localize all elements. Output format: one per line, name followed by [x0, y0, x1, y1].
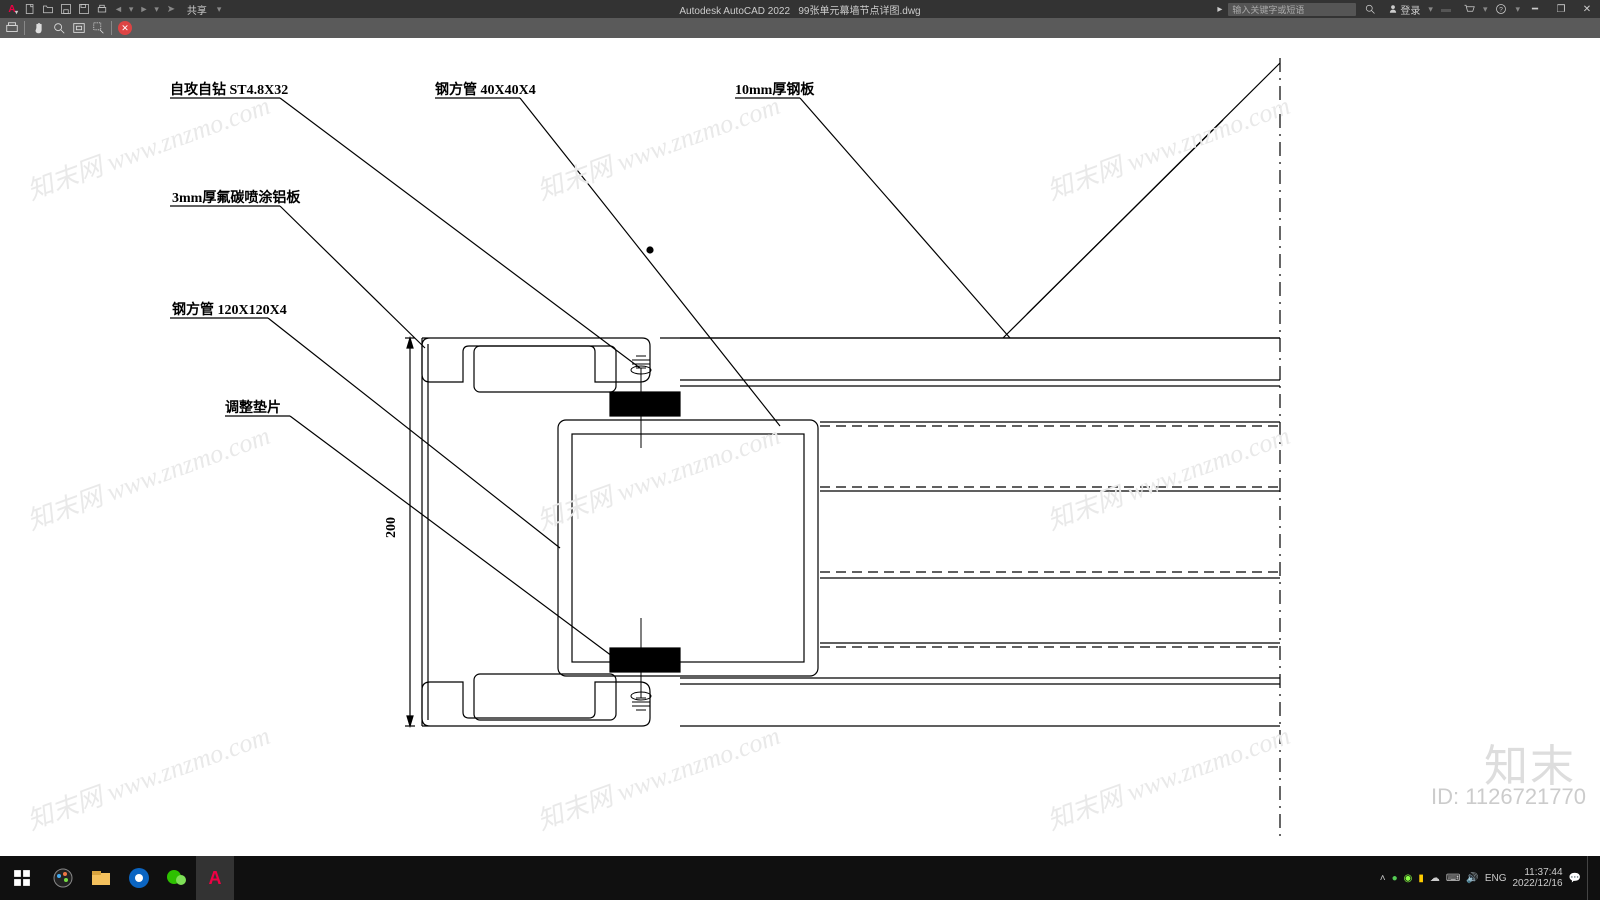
dropdown-icon[interactable]: ▾ — [1428, 4, 1433, 15]
cart-icon[interactable] — [1459, 3, 1479, 15]
label-shim: 调整垫片 — [225, 399, 281, 416]
dropdown-icon[interactable]: ▾ — [217, 4, 222, 15]
tray-sync-icon[interactable]: ● — [1392, 873, 1398, 884]
search-icon[interactable] — [1360, 3, 1380, 15]
share-button[interactable]: 共享 — [183, 2, 211, 17]
task-explorer-icon[interactable] — [82, 856, 120, 900]
task-wechat-icon[interactable] — [158, 856, 196, 900]
task-autocad-icon[interactable]: A — [196, 856, 234, 900]
record-stop-icon[interactable]: ✕ — [118, 21, 132, 35]
save-icon[interactable] — [60, 3, 72, 15]
restore-button[interactable]: ❐ — [1550, 0, 1572, 18]
tray-security-icon[interactable]: ▮ — [1418, 873, 1424, 884]
send-icon[interactable]: ➤ — [165, 3, 177, 15]
label-panel3: 3mm厚氟碳喷涂铝板 — [172, 189, 301, 206]
svg-text:?: ? — [1500, 6, 1504, 13]
print-icon[interactable] — [96, 3, 108, 15]
dropdown-icon[interactable]: ▾ — [129, 4, 134, 15]
dim-200: 200 — [384, 517, 399, 538]
tray-status-icon[interactable]: ◉ — [1404, 873, 1413, 884]
dropdown-icon[interactable]: ▾ — [1483, 4, 1488, 15]
zoom-window-icon[interactable] — [91, 20, 107, 36]
watermark-id: ID: 1126721770 — [1431, 784, 1586, 810]
login-button[interactable]: 登录 — [1384, 2, 1424, 17]
info-arrow-icon[interactable]: ▸ — [1217, 4, 1222, 15]
label-screw: 自攻自钻 ST4.8X32 — [170, 81, 288, 98]
dropdown-icon[interactable]: ▾ — [154, 4, 159, 15]
window-title: Autodesk AutoCAD 2022 99张单元幕墙节点详图.dwg — [679, 2, 920, 17]
windows-start-button[interactable] — [0, 856, 44, 900]
help-icon[interactable]: ? — [1491, 3, 1511, 15]
open-icon[interactable] — [42, 3, 54, 15]
tray-notifications-icon[interactable]: 💬 — [1569, 873, 1581, 884]
title-bar: A▾ ◄ ▾ ► ▾ ➤ 共享 ▾ Autodesk AutoCAD 2022 … — [0, 0, 1600, 18]
print-preview-icon[interactable] — [4, 20, 20, 36]
zoom-extents-icon[interactable] — [71, 20, 87, 36]
drawing-canvas[interactable]: 自攻自钻 ST4.8X32 钢方管 40X40X4 10mm厚钢板 3mm厚氟碳… — [0, 38, 1600, 856]
taskbar: A ˄ ● ◉ ▮ ☁ ⌨ 🔊 ENG 11:37:44 2022/12/16 … — [0, 856, 1600, 900]
show-desktop-button[interactable] — [1587, 856, 1594, 900]
saveas-icon[interactable] — [78, 3, 90, 15]
pan-hand-icon[interactable] — [31, 20, 47, 36]
quick-toolbar: ✕ — [0, 18, 1600, 38]
label-tube40: 钢方管 40X40X4 — [435, 81, 536, 98]
tray-ime-label[interactable]: ENG — [1485, 873, 1507, 884]
minimize-button[interactable]: ━ — [1524, 0, 1546, 18]
system-tray: ˄ ● ◉ ▮ ☁ ⌨ 🔊 ENG 11:37:44 2022/12/16 💬 — [1380, 856, 1594, 900]
tray-keyboard-icon[interactable]: ⌨ — [1446, 873, 1460, 884]
redo-icon[interactable]: ► — [139, 4, 148, 14]
label-tube120: 钢方管 120X120X4 — [172, 301, 287, 318]
task-paint-icon[interactable] — [44, 856, 82, 900]
task-browser-icon[interactable] — [120, 856, 158, 900]
dropdown-icon[interactable]: ▾ — [1515, 4, 1520, 15]
exchange-icon[interactable]: ▬ — [1437, 4, 1455, 15]
zoom-icon[interactable] — [51, 20, 67, 36]
new-icon[interactable] — [24, 3, 36, 15]
tray-cloud-icon[interactable]: ☁ — [1430, 873, 1440, 884]
tray-expand-icon[interactable]: ˄ — [1380, 873, 1386, 884]
tray-clock[interactable]: 11:37:44 2022/12/16 — [1512, 867, 1562, 889]
search-input[interactable]: 输入关键字或短语 — [1228, 3, 1356, 16]
close-button[interactable]: ✕ — [1576, 0, 1598, 18]
label-plate10: 10mm厚钢板 — [735, 81, 815, 98]
autocad-logo-icon: A▾ — [6, 3, 18, 15]
tray-volume-icon[interactable]: 🔊 — [1466, 873, 1478, 884]
undo-icon[interactable]: ◄ — [114, 4, 123, 14]
